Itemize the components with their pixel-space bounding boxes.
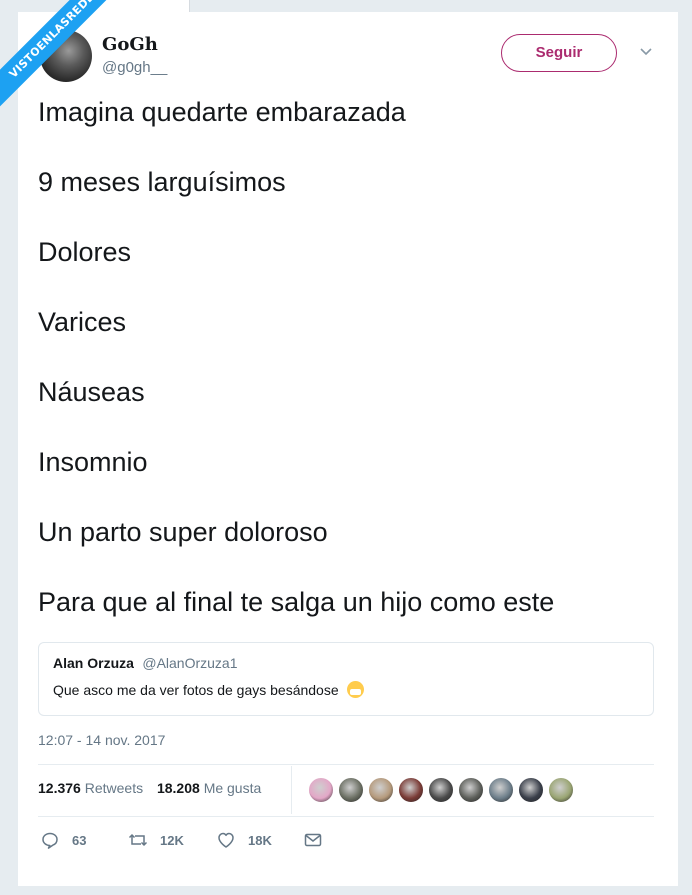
retweet-action[interactable]: 12K bbox=[128, 830, 184, 850]
tweet-card: GoGh @g0gh__ Seguir Imagina quedarte emb… bbox=[18, 12, 678, 886]
tweet-line: Para que al final te salga un hijo como … bbox=[38, 587, 555, 617]
tweet-body: Imagina quedarte embarazada 9 meses larg… bbox=[38, 94, 658, 654]
reply-count: 63 bbox=[72, 832, 87, 848]
liker-avatar[interactable] bbox=[308, 777, 334, 803]
likes-label[interactable]: Me gusta bbox=[204, 780, 262, 796]
quoted-author-name: Alan Orzuza bbox=[53, 655, 134, 671]
divider bbox=[38, 764, 654, 765]
likes-count[interactable]: 18.208 bbox=[157, 780, 200, 796]
quoted-author-handle: @AlanOrzuza1 bbox=[142, 655, 238, 671]
liker-avatar[interactable] bbox=[518, 777, 544, 803]
liker-avatar[interactable] bbox=[548, 777, 574, 803]
quoted-tweet-text: Que asco me da ver fotos de gays besándo… bbox=[53, 682, 339, 698]
tweet-line: Insomnio bbox=[38, 447, 148, 477]
tweet-line: Un parto super doloroso bbox=[38, 517, 328, 547]
liker-avatar[interactable] bbox=[488, 777, 514, 803]
reply-icon bbox=[42, 832, 58, 849]
liker-avatar[interactable] bbox=[338, 777, 364, 803]
heart-icon bbox=[218, 832, 234, 848]
author-handle[interactable]: @g0gh__ bbox=[102, 59, 167, 76]
like-count: 18K bbox=[248, 832, 272, 848]
retweet-count: 12K bbox=[160, 832, 184, 848]
reply-action[interactable]: 63 bbox=[40, 830, 86, 850]
retweets-label[interactable]: Retweets bbox=[85, 780, 143, 796]
engagement-stats: 12.376 Retweets 18.208 Me gusta bbox=[38, 780, 271, 796]
tweet-line: Varices bbox=[38, 307, 127, 337]
direct-message-action[interactable] bbox=[303, 830, 323, 850]
liker-avatar[interactable] bbox=[368, 777, 394, 803]
liker-avatar[interactable] bbox=[428, 777, 454, 803]
retweets-count[interactable]: 12.376 bbox=[38, 780, 81, 796]
quoted-tweet[interactable]: Alan Orzuza @AlanOrzuza1 Que asco me da … bbox=[38, 642, 654, 716]
follow-button[interactable]: Seguir bbox=[501, 34, 617, 72]
tweet-line: 9 meses larguísimos bbox=[38, 167, 286, 197]
tweet-timestamp[interactable]: 12:07 - 14 nov. 2017 bbox=[38, 732, 165, 748]
like-action[interactable]: 18K bbox=[216, 830, 272, 850]
divider bbox=[38, 816, 654, 817]
tweet-line: Imagina quedarte embarazada bbox=[38, 97, 406, 127]
retweet-icon bbox=[128, 833, 148, 847]
tweet-line: Dolores bbox=[38, 237, 132, 267]
liker-avatar[interactable] bbox=[458, 777, 484, 803]
tweet-line: Náuseas bbox=[38, 377, 145, 407]
envelope-icon bbox=[304, 833, 322, 847]
author-name[interactable]: GoGh bbox=[102, 34, 158, 55]
chevron-down-icon[interactable] bbox=[638, 44, 654, 60]
stats-separator bbox=[291, 766, 292, 814]
liker-avatar[interactable] bbox=[398, 777, 424, 803]
face-with-medical-mask-icon bbox=[346, 681, 364, 698]
